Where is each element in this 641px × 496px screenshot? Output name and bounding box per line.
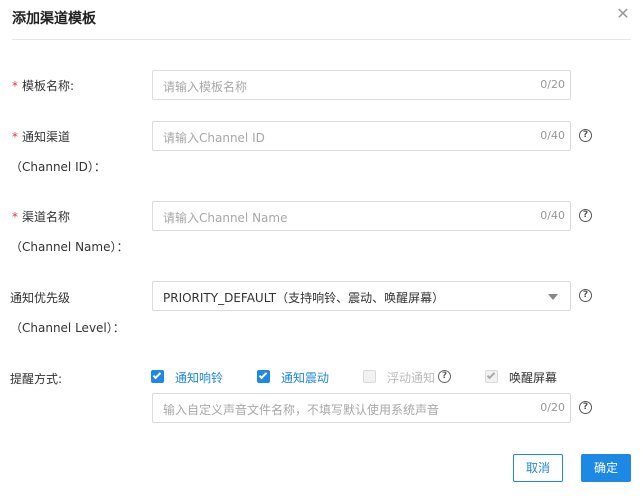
channel-id-input[interactable]: 请输入Channel ID 0/40	[152, 121, 571, 151]
sound-file-help-icon[interactable]: ?	[579, 401, 592, 414]
ring-checkbox[interactable]	[151, 370, 164, 383]
header-divider	[12, 39, 631, 40]
channel-name-label-text: 渠道名称	[22, 210, 71, 224]
sound-file-counter: 0/20	[540, 401, 565, 414]
confirm-button[interactable]: 确定	[581, 454, 631, 482]
vibrate-option-label[interactable]: 通知震动	[281, 369, 329, 386]
reminder-label: 提醒方式:	[10, 372, 63, 386]
channel-id-counter: 0/40	[540, 129, 565, 142]
floating-help-icon[interactable]: ?	[438, 370, 451, 383]
cancel-button[interactable]: 取消	[513, 454, 563, 482]
sound-file-placeholder: 输入自定义声音文件名称，不填写默认使用系统声音	[163, 403, 440, 417]
template-name-counter: 0/20	[540, 78, 565, 91]
channel-id-sublabel: （Channel ID）：	[10, 160, 106, 174]
vibrate-checkbox[interactable]	[257, 370, 270, 383]
channel-name-input[interactable]: 请输入Channel Name 0/40	[152, 201, 571, 231]
channel-name-help-icon[interactable]: ?	[579, 209, 592, 222]
template-name-label-text: 模板名称:	[22, 79, 75, 93]
channel-level-select[interactable]: PRIORITY_DEFAULT（支持响铃、震动、唤醒屏幕）	[152, 281, 571, 311]
channel-id-label-text: 通知渠道	[22, 130, 71, 144]
channel-id-label: * 通知渠道	[12, 128, 70, 145]
floating-option-label: 浮动通知	[387, 371, 436, 385]
add-channel-template-dialog: 添加渠道模板 ✕ * 模板名称: 请输入模板名称 0/20 * 通知渠道 （Chan…	[0, 0, 641, 496]
channel-id-help-icon[interactable]: ?	[579, 129, 592, 142]
channel-id-placeholder: 请输入Channel ID	[163, 131, 265, 145]
wake-screen-option-label: 唤醒屏幕	[509, 371, 558, 385]
channel-name-sublabel: （Channel Name）：	[10, 240, 129, 254]
template-name-input[interactable]: 请输入模板名称 0/20	[152, 70, 571, 100]
channel-level-value: PRIORITY_DEFAULT（支持响铃、震动、唤醒屏幕）	[163, 291, 445, 305]
wake-screen-checkbox	[485, 370, 498, 383]
channel-level-label: 通知优先级	[10, 291, 71, 305]
close-icon[interactable]: ✕	[615, 6, 631, 22]
required-marker: *	[12, 79, 18, 93]
channel-level-help-icon[interactable]: ?	[579, 289, 592, 302]
channel-name-placeholder: 请输入Channel Name	[163, 211, 288, 225]
required-marker: *	[12, 210, 18, 224]
sound-file-input[interactable]: 输入自定义声音文件名称，不填写默认使用系统声音 0/20	[152, 393, 571, 423]
floating-checkbox	[363, 370, 376, 383]
dialog-title: 添加渠道模板	[12, 11, 96, 27]
required-marker: *	[12, 130, 18, 144]
channel-name-counter: 0/40	[540, 209, 565, 222]
template-name-placeholder: 请输入模板名称	[163, 80, 248, 94]
channel-level-sublabel: （Channel Level）：	[10, 321, 125, 335]
channel-name-label: * 渠道名称	[12, 208, 70, 225]
chevron-down-icon	[548, 294, 558, 300]
template-name-label: * 模板名称:	[12, 77, 74, 94]
ring-option-label[interactable]: 通知响铃	[175, 369, 223, 386]
